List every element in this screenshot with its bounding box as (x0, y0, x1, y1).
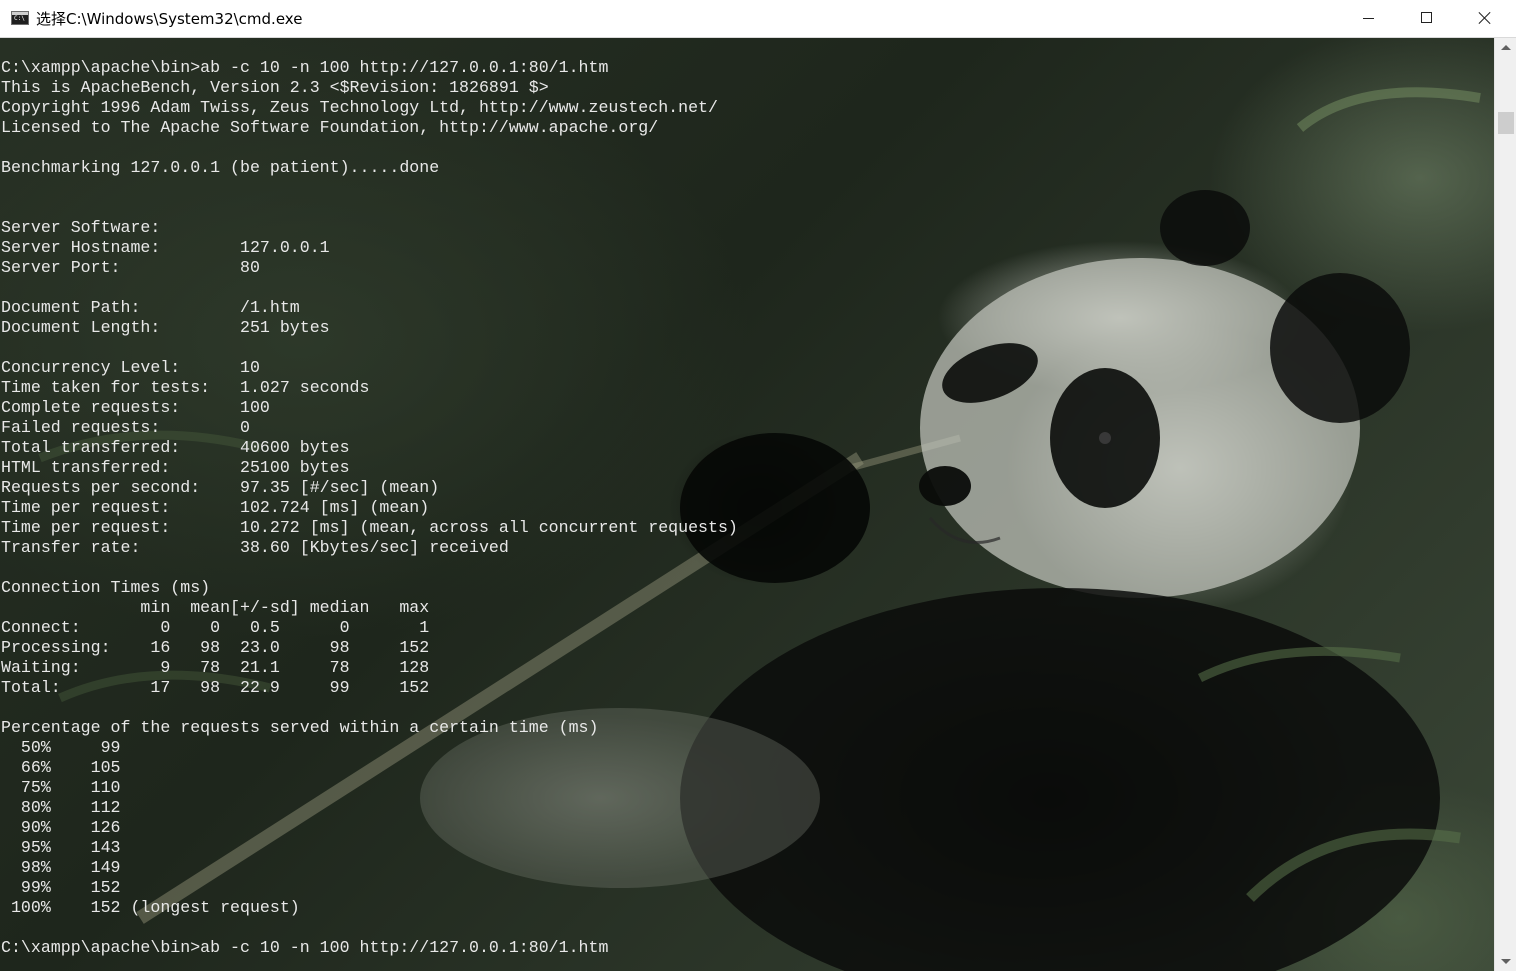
terminal-line: Requests per second: 97.35 [#/sec] (mean… (1, 478, 440, 497)
close-icon (1478, 11, 1492, 25)
terminal-line: Copyright 1996 Adam Twiss, Zeus Technolo… (1, 98, 718, 117)
terminal-line: Connection Times (ms) (1, 578, 211, 597)
cmd-icon[interactable] (11, 11, 29, 25)
minimize-icon (1363, 18, 1374, 19)
window-title: 选择C:\Windows\System32\cmd.exe (36, 10, 303, 28)
terminal-line: 98% 149 (1, 858, 121, 877)
vertical-scrollbar[interactable] (1494, 38, 1516, 971)
terminal-line: Server Port: 80 (1, 258, 260, 277)
maximize-icon (1421, 12, 1432, 23)
terminal-line: 50% 99 (1, 738, 121, 757)
terminal-line: This is ApacheBench, Version 2.3 <$Revis… (1, 78, 549, 97)
terminal-line: Licensed to The Apache Software Foundati… (1, 118, 659, 137)
terminal-line: 80% 112 (1, 798, 121, 817)
scroll-thumb[interactable] (1498, 111, 1514, 134)
minimize-button[interactable] (1339, 0, 1397, 37)
terminal-line: Concurrency Level: 10 (1, 358, 260, 377)
close-button[interactable] (1456, 0, 1514, 37)
maximize-button[interactable] (1397, 0, 1455, 37)
terminal-line: Time taken for tests: 1.027 seconds (1, 378, 370, 397)
terminal-line: Connect: 0 0 0.5 0 1 (1, 618, 430, 637)
terminal-line: C:\xampp\apache\bin>ab -c 10 -n 100 http… (1, 58, 609, 77)
terminal-line: HTML transferred: 25100 bytes (1, 458, 350, 477)
terminal-line: Document Length: 251 bytes (1, 318, 330, 337)
cmd-window: 选择C:\Windows\System32\cmd.exe (0, 0, 1516, 971)
terminal-line: Server Hostname: 127.0.0.1 (1, 238, 330, 257)
terminal-line: 90% 126 (1, 818, 121, 837)
title-bar[interactable]: 选择C:\Windows\System32\cmd.exe (0, 0, 1516, 38)
terminal-line: 95% 143 (1, 838, 121, 857)
terminal-line: Server Software: (1, 218, 161, 237)
terminal-line: Complete requests: 100 (1, 398, 270, 417)
terminal-line: Percentage of the requests served within… (1, 718, 599, 737)
terminal-line: Time per request: 102.724 [ms] (mean) (1, 498, 430, 517)
terminal-output[interactable]: C:\xampp\apache\bin>ab -c 10 -n 100 http… (1, 58, 738, 958)
terminal-line: 75% 110 (1, 778, 121, 797)
console-area[interactable]: C:\xampp\apache\bin>ab -c 10 -n 100 http… (0, 38, 1494, 971)
terminal-line: Transfer rate: 38.60 [Kbytes/sec] receiv… (1, 538, 509, 557)
terminal-line: Failed requests: 0 (1, 418, 250, 437)
terminal-line: Total: 17 98 22.9 99 152 (1, 678, 430, 697)
terminal-line: 99% 152 (1, 878, 121, 897)
terminal-line: Time per request: 10.272 [ms] (mean, acr… (1, 518, 738, 537)
scroll-down-arrow-icon[interactable] (1501, 959, 1511, 964)
terminal-line: 66% 105 (1, 758, 121, 777)
scroll-up-arrow-icon[interactable] (1501, 45, 1511, 50)
terminal-line: Document Path: /1.htm (1, 298, 300, 317)
terminal-line: C:\xampp\apache\bin>ab -c 10 -n 100 http… (1, 938, 609, 957)
terminal-line: Total transferred: 40600 bytes (1, 438, 350, 457)
terminal-line: Benchmarking 127.0.0.1 (be patient).....… (1, 158, 440, 177)
terminal-line: 100% 152 (longest request) (1, 898, 300, 917)
terminal-line: Waiting: 9 78 21.1 78 128 (1, 658, 430, 677)
terminal-line: min mean[+/-sd] median max (1, 598, 430, 617)
terminal-line: Processing: 16 98 23.0 98 152 (1, 638, 430, 657)
